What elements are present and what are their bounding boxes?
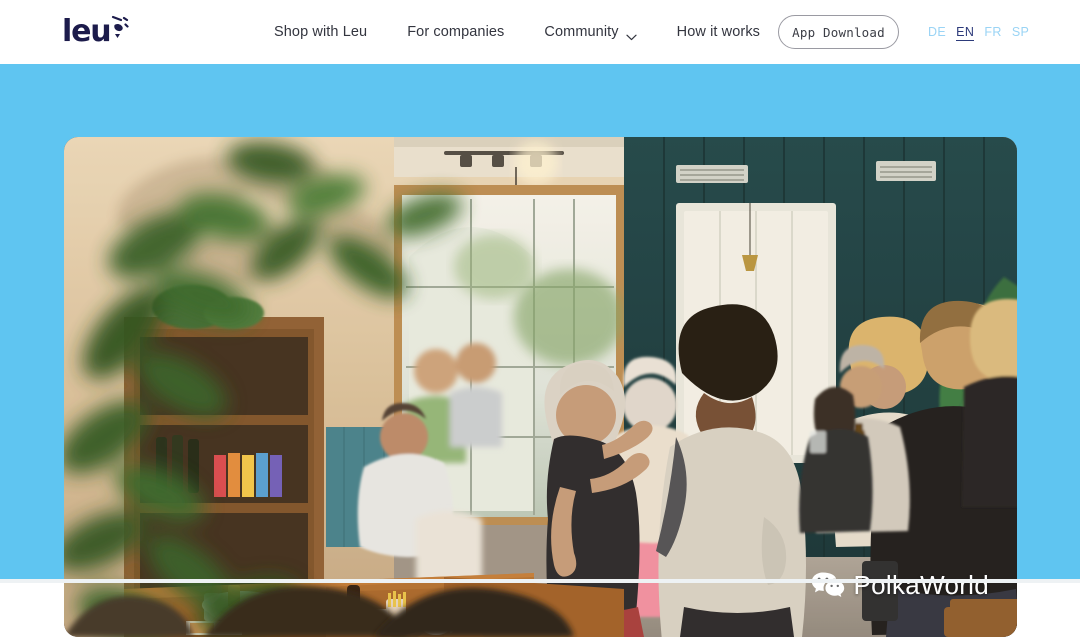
- nav-item-label: For companies: [407, 24, 505, 40]
- logo-text: leu: [62, 14, 112, 49]
- nav-item-shop-with-leu[interactable]: Shop with Leu: [274, 24, 367, 40]
- chevron-down-icon: [626, 29, 637, 40]
- lang-option-en[interactable]: EN: [956, 25, 975, 41]
- page-bottom-strip: [0, 579, 1080, 583]
- nav-item-community[interactable]: Community: [544, 24, 637, 40]
- hero-section: PolkaWorld: [0, 64, 1080, 637]
- app-download-button[interactable]: App Download: [778, 15, 899, 49]
- site-logo[interactable]: leu: [62, 14, 129, 49]
- nav-item-label: Community: [544, 24, 619, 40]
- nav-item-label: Shop with Leu: [274, 24, 368, 40]
- hero-photo: PolkaWorld: [64, 137, 1017, 637]
- lang-option-fr[interactable]: FR: [984, 25, 1001, 39]
- nav-item-how-it-works[interactable]: How it works: [677, 24, 760, 40]
- nav-item-label: How it works: [676, 24, 761, 40]
- lang-option-de[interactable]: DE: [928, 25, 946, 39]
- language-switcher: DE EN FR SP: [928, 25, 1029, 41]
- lang-option-sp[interactable]: SP: [1012, 25, 1029, 39]
- nav-item-for-companies[interactable]: For companies: [407, 24, 504, 40]
- site-header: leu Shop with Leu For companies Communit…: [0, 0, 1080, 64]
- main-navigation: Shop with Leu For companies Community Ho…: [274, 0, 760, 64]
- leu-paw-dash-mark-icon: [111, 15, 129, 44]
